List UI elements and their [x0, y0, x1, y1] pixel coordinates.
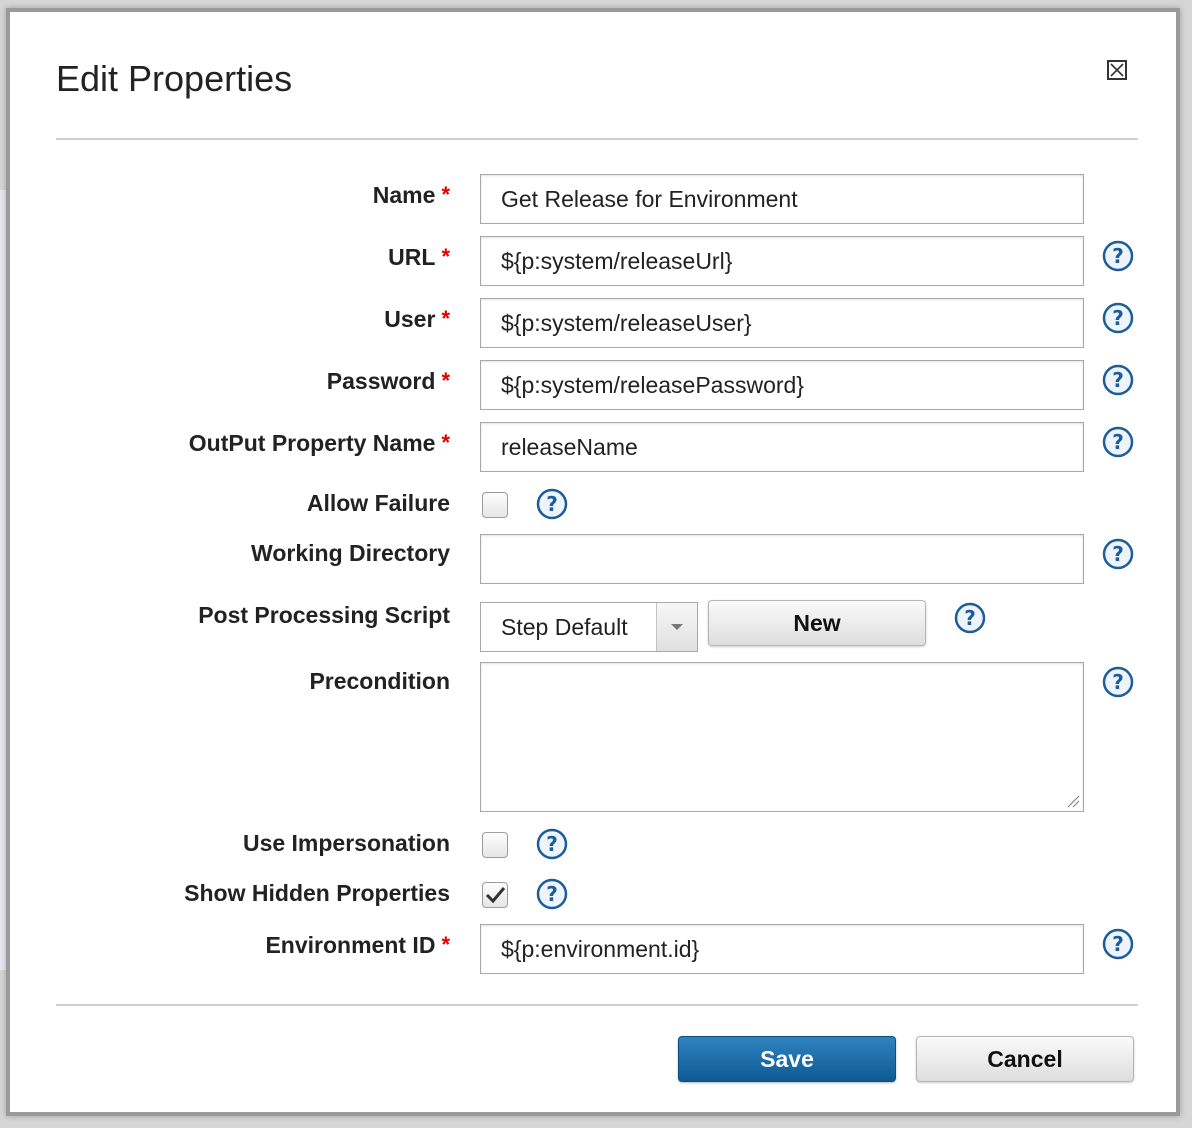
url-label: URL * — [388, 244, 450, 270]
show-hidden-checkbox[interactable] — [482, 882, 508, 908]
help-icon[interactable]: ? — [536, 488, 568, 520]
user-input[interactable]: ${p:system/releaseUser} — [480, 298, 1084, 348]
dropdown-arrow-icon — [671, 624, 683, 630]
required-marker: * — [441, 244, 450, 269]
required-marker: * — [441, 932, 450, 957]
post-processing-label: Post Processing Script — [198, 602, 450, 628]
required-marker: * — [441, 368, 450, 393]
save-button[interactable]: Save — [678, 1036, 896, 1082]
use-impersonation-checkbox[interactable] — [482, 832, 508, 858]
svg-text:?: ? — [1112, 430, 1124, 454]
environment-id-input[interactable]: ${p:environment.id} — [480, 924, 1084, 974]
password-input[interactable]: ${p:system/releasePassword} — [480, 360, 1084, 410]
help-icon[interactable]: ? — [1102, 928, 1134, 960]
edit-properties-dialog: Edit Properties Name * Get Release for En… — [6, 8, 1180, 1116]
working-directory-label: Working Directory — [251, 540, 450, 566]
precondition-textarea[interactable] — [480, 662, 1084, 812]
help-icon[interactable]: ? — [1102, 240, 1134, 272]
svg-text:?: ? — [1112, 670, 1124, 694]
new-script-button[interactable]: New — [708, 600, 926, 646]
required-marker: * — [441, 182, 450, 207]
password-label: Password * — [326, 368, 450, 394]
resize-grip-icon[interactable] — [1066, 794, 1080, 808]
svg-text:?: ? — [1112, 306, 1124, 330]
footer-divider — [56, 1004, 1138, 1006]
help-icon[interactable]: ? — [1102, 538, 1134, 570]
output-property-label: OutPut Property Name * — [188, 430, 450, 456]
help-icon[interactable]: ? — [536, 878, 568, 910]
svg-text:?: ? — [546, 492, 558, 516]
svg-text:?: ? — [1112, 542, 1124, 566]
precondition-label: Precondition — [309, 668, 450, 694]
help-icon[interactable]: ? — [1102, 364, 1134, 396]
environment-id-label: Environment ID * — [265, 932, 450, 958]
help-icon[interactable]: ? — [954, 602, 986, 634]
svg-text:?: ? — [1112, 368, 1124, 392]
help-icon[interactable]: ? — [1102, 426, 1134, 458]
checkmark-icon — [485, 887, 506, 904]
user-label: User * — [384, 306, 450, 332]
close-icon — [1110, 63, 1124, 77]
allow-failure-checkbox[interactable] — [482, 492, 508, 518]
url-input[interactable]: ${p:system/releaseUrl} — [480, 236, 1084, 286]
select-value: Step Default — [501, 614, 628, 640]
required-marker: * — [441, 430, 450, 455]
svg-text:?: ? — [1112, 932, 1124, 956]
use-impersonation-label: Use Impersonation — [242, 830, 450, 856]
dialog-title: Edit Properties — [56, 58, 293, 99]
dropdown-button[interactable] — [656, 603, 697, 651]
show-hidden-label: Show Hidden Properties — [184, 880, 450, 906]
working-directory-input[interactable] — [480, 534, 1084, 584]
output-property-input[interactable]: releaseName — [480, 422, 1084, 472]
help-icon[interactable]: ? — [1102, 302, 1134, 334]
svg-text:?: ? — [964, 606, 976, 630]
name-label: Name * — [372, 182, 450, 208]
allow-failure-label: Allow Failure — [306, 490, 450, 516]
required-marker: * — [441, 306, 450, 331]
svg-text:?: ? — [1112, 244, 1124, 268]
svg-text:?: ? — [546, 832, 558, 856]
name-input[interactable]: Get Release for Environment — [480, 174, 1084, 224]
header-divider — [56, 138, 1138, 140]
close-button[interactable] — [1107, 60, 1127, 80]
cancel-button[interactable]: Cancel — [916, 1036, 1134, 1082]
help-icon[interactable]: ? — [536, 828, 568, 860]
svg-text:?: ? — [546, 882, 558, 906]
post-processing-select[interactable]: Step Default — [480, 602, 698, 652]
help-icon[interactable]: ? — [1102, 666, 1134, 698]
